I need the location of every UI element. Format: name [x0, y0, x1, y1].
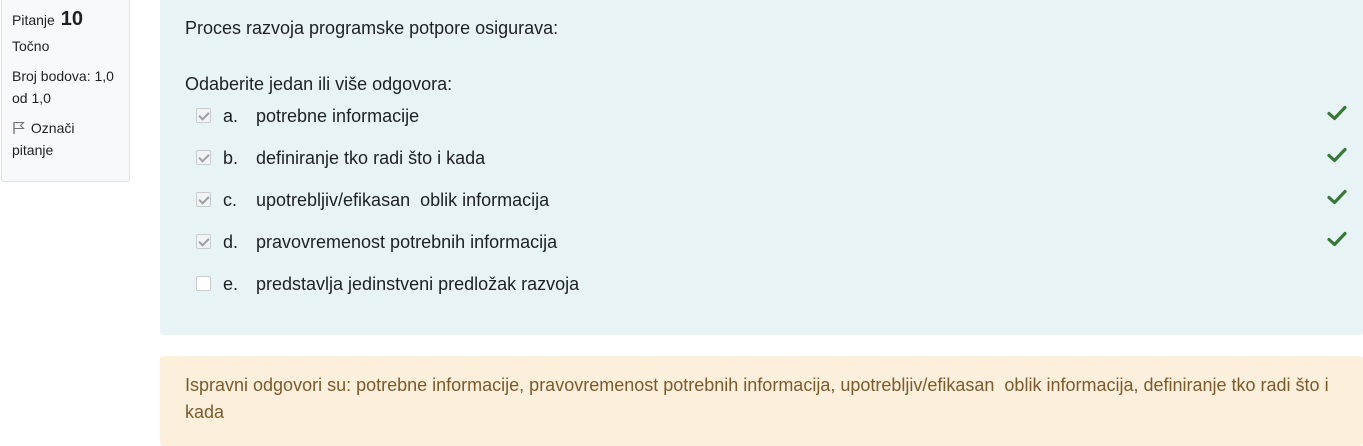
answer-prompt: Odaberite jedan ili više odgovora:: [185, 74, 453, 94]
question-label: Pitanje: [12, 12, 55, 28]
answer-checkbox[interactable]: [196, 276, 211, 291]
check-icon: [1327, 105, 1347, 126]
question-text: Proces razvoja programske potpore osigur…: [185, 18, 559, 38]
answer-checkbox[interactable]: [196, 150, 211, 165]
question-grade: Broj bodova: 1,0 od 1,0: [12, 68, 114, 106]
answer-option[interactable]: c. upotrebljiv/efikasan oblik informacija: [185, 187, 1363, 229]
check-icon: [1327, 189, 1347, 210]
question-info: Pitanje 10 Točno Broj bodova: 1,0 od 1,0…: [1, 0, 130, 182]
answer-option[interactable]: a. potrebne informacije: [185, 103, 1363, 145]
answer-checkbox[interactable]: [196, 192, 211, 207]
question-state: Točno: [12, 38, 50, 54]
answer-letter: d.: [223, 232, 239, 252]
answer-list: a. potrebne informacije b. definiranje tko …: [185, 103, 1363, 313]
answer-checkbox[interactable]: [196, 108, 211, 123]
answer-letter: e.: [223, 274, 239, 294]
answer-text: pravovremenost potrebnih informacija: [256, 232, 558, 252]
answer-letter: a.: [223, 106, 239, 126]
answer-text: predstavlja jedinstveni predložak razvoj…: [256, 274, 580, 294]
answer-letter: c.: [223, 190, 238, 210]
answer-option[interactable]: b. definiranje tko radi što i kada: [185, 145, 1363, 187]
answer-letter: b.: [223, 148, 239, 168]
right-answer-feedback: Ispravni odgovori su: potrebne informaci…: [160, 356, 1363, 446]
answer-checkbox[interactable]: [196, 234, 211, 249]
answer-option[interactable]: e. predstavlja jedinstveni predložak razv…: [185, 271, 1363, 313]
answer-option[interactable]: d. pravovremenost potrebnih informacija: [185, 229, 1363, 271]
answer-text: potrebne informacije: [256, 106, 420, 126]
answer-text: upotrebljiv/efikasan oblik informacija: [256, 190, 550, 210]
check-icon: [1327, 147, 1347, 168]
question-number: Pitanje 10: [12, 8, 119, 31]
question-formulation: Proces razvoja programske potpore osigur…: [160, 0, 1363, 335]
question-number-value: 10: [60, 8, 83, 30]
flag-icon: [12, 120, 31, 136]
check-icon: [1327, 231, 1347, 252]
answer-text: definiranje tko radi što i kada: [256, 148, 486, 168]
flag-question-button[interactable]: Označi pitanje: [12, 117, 119, 161]
